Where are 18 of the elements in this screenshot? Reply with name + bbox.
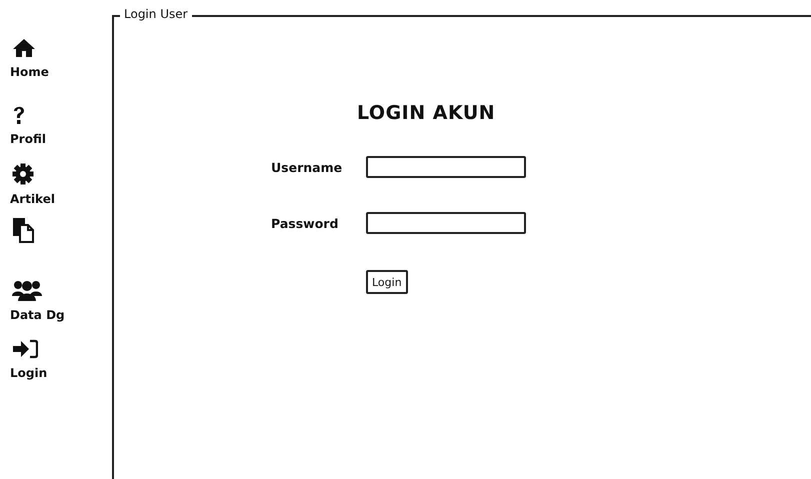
- nav-label[interactable]: Profil: [10, 132, 46, 146]
- sign-in-icon[interactable]: [12, 339, 38, 359]
- nav-label[interactable]: Artikel: [10, 192, 55, 206]
- users-icon[interactable]: [12, 279, 42, 301]
- input-field[interactable]: [366, 212, 526, 234]
- form-title: LOGIN AKUN: [357, 102, 496, 124]
- documents-icon[interactable]: [12, 217, 34, 243]
- field-label: Password: [271, 216, 340, 230]
- input-field[interactable]: [366, 156, 526, 178]
- panel-legend: Login User: [120, 7, 192, 21]
- home-icon[interactable]: [12, 38, 36, 58]
- nav-label[interactable]: Login: [10, 366, 48, 380]
- gear-icon[interactable]: [12, 163, 34, 185]
- nav-label[interactable]: Home: [10, 65, 49, 79]
- field-label: Username: [271, 160, 344, 174]
- nav-label[interactable]: Data Dg: [10, 308, 65, 322]
- login-button[interactable]: Login: [366, 270, 408, 294]
- question-mark-icon[interactable]: [12, 105, 26, 125]
